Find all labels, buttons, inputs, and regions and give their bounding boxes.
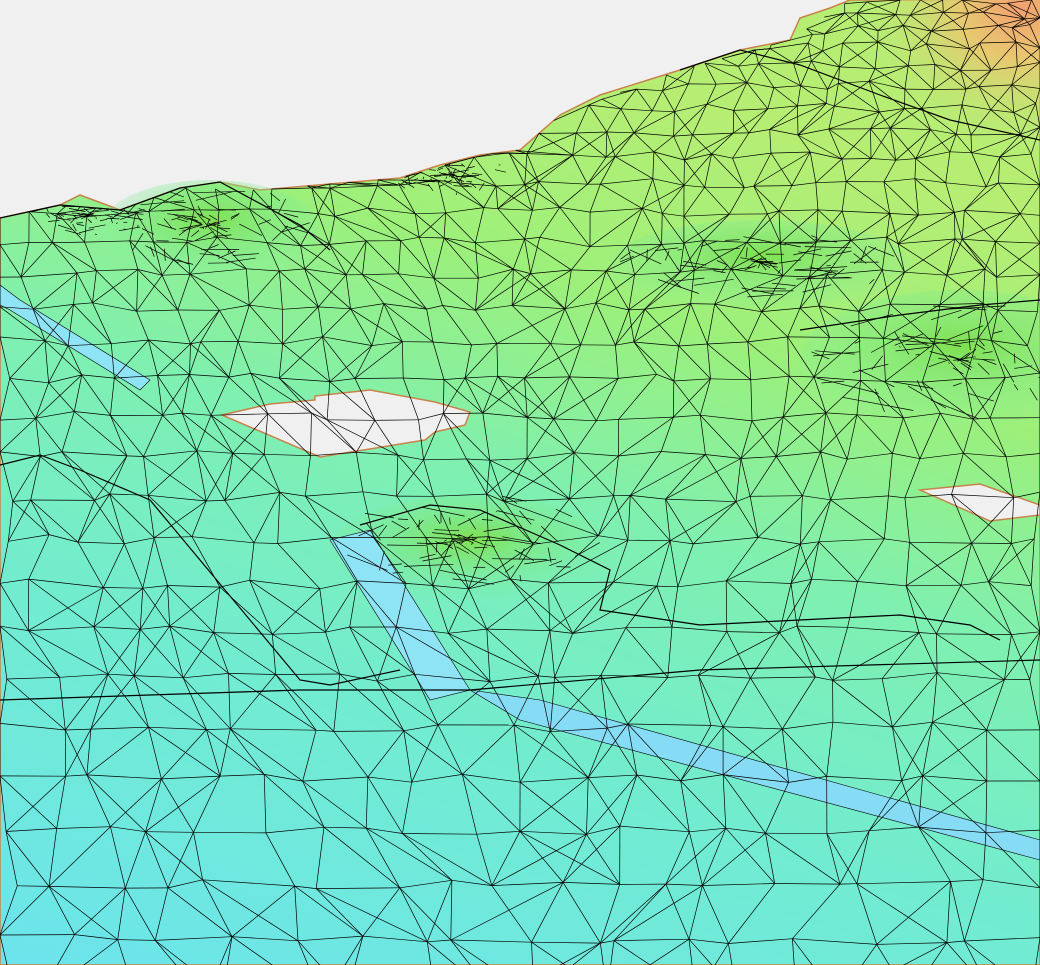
mesh-edge [52, 241, 85, 243]
mesh-edge [841, 250, 845, 252]
mesh-edge [646, 249, 648, 262]
mesh-edge [398, 518, 409, 520]
mesh-edge [76, 222, 83, 224]
mesh-edge [374, 419, 419, 421]
mesh-edge [841, 158, 872, 160]
3d-viewport[interactable] [0, 0, 1040, 965]
mesh-edge [690, 303, 715, 305]
mesh-edge [797, 105, 799, 136]
mesh-edge [354, 377, 404, 379]
hill-top-mid [610, 220, 910, 310]
mesh-edge [753, 185, 792, 187]
mesh-edge [870, 128, 872, 159]
mesh-edge [327, 419, 375, 421]
mesh-edge [275, 673, 340, 675]
mesh-edge [488, 536, 491, 540]
hill-top-left [100, 180, 320, 280]
terrain-mesh-view[interactable] [0, 0, 1040, 965]
mesh-edge [1014, 353, 1016, 364]
mesh-edge [556, 566, 571, 568]
mesh-edge [627, 539, 671, 542]
mesh-edge [890, 303, 941, 305]
mesh-edge [136, 213, 144, 215]
mesh-edge [106, 218, 120, 220]
mesh-edge [765, 832, 827, 835]
